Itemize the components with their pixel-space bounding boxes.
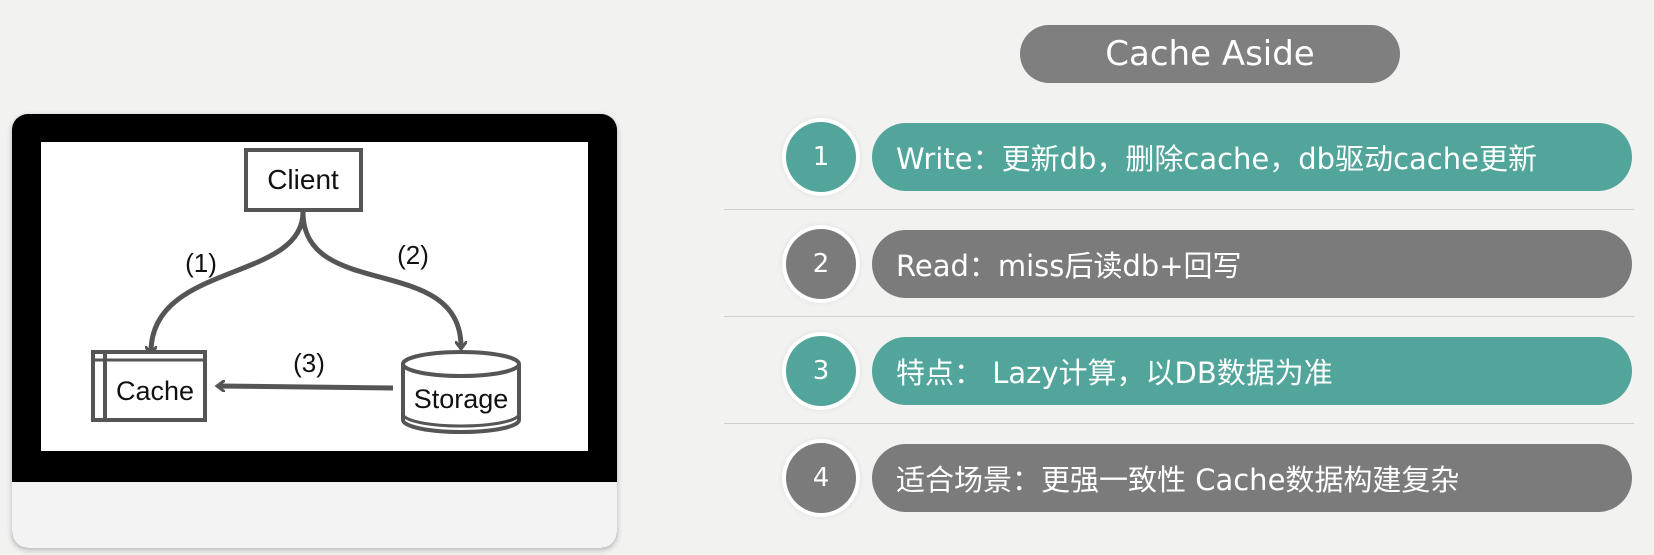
number-badge: 4 (786, 443, 856, 513)
cache-label: Cache (116, 376, 194, 406)
client-label: Client (267, 164, 339, 195)
monitor-illustration: Client (1) (2) Cache (3) Storage (12, 114, 617, 548)
item-text: 特点： Lazy计算，以DB数据为准 (872, 337, 1632, 405)
item-text: 适合场景：更强一致性 Cache数据构建复杂 (872, 444, 1632, 512)
edge-label-2: (2) (397, 240, 429, 270)
item-text: Write：更新db，删除cache，db驱动cache更新 (872, 123, 1632, 191)
page-title: Cache Aside (1020, 25, 1400, 83)
edge-label-1: (1) (185, 248, 217, 278)
monitor-chin (12, 482, 617, 548)
list-item-2: 2 Read：miss后读db+回写 (724, 211, 1654, 317)
list-item-1: 1 Write：更新db，删除cache，db驱动cache更新 (724, 104, 1654, 210)
number-badge: 3 (786, 336, 856, 406)
edge-label-3: (3) (293, 348, 325, 378)
divider (724, 209, 1634, 210)
edge-client-to-cache (151, 211, 306, 352)
number-badge: 2 (786, 229, 856, 299)
divider (724, 423, 1634, 424)
list-item-3: 3 特点： Lazy计算，以DB数据为准 (724, 318, 1654, 424)
number-badge: 1 (786, 122, 856, 192)
diagram-screen: Client (1) (2) Cache (3) Storage (41, 142, 588, 451)
cache-aside-diagram: Client (1) (2) Cache (3) Storage (91, 148, 521, 434)
item-text: Read：miss后读db+回写 (872, 230, 1632, 298)
divider (724, 316, 1634, 317)
storage-label: Storage (414, 384, 509, 414)
list-item-4: 4 适合场景：更强一致性 Cache数据构建复杂 (724, 425, 1654, 531)
edge-storage-to-cache (219, 386, 394, 388)
edge-client-to-storage (300, 211, 461, 347)
